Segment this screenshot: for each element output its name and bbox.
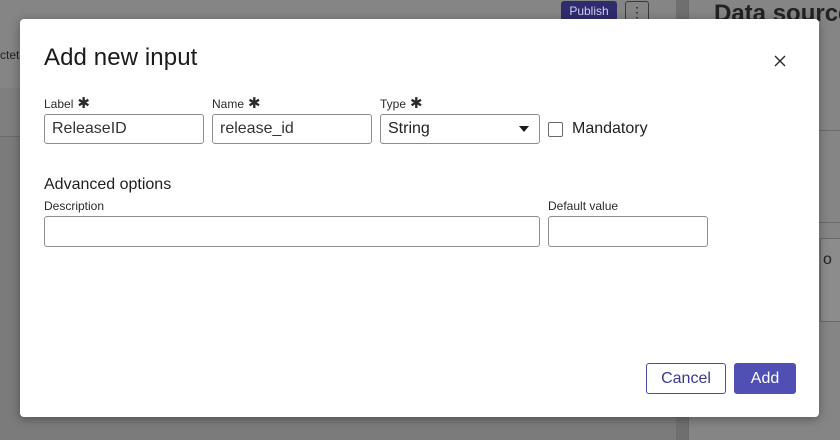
add-input-dialog: Add new input Label ✱ Name ✱ Type ✱ Stri…	[20, 19, 819, 417]
label-field-label-text: Label	[44, 96, 74, 111]
description-input[interactable]	[44, 216, 540, 247]
cancel-button[interactable]: Cancel	[646, 363, 726, 394]
close-button[interactable]	[768, 49, 792, 73]
type-field-label-text: Type	[380, 96, 407, 111]
label-field-label: Label ✱	[44, 96, 90, 111]
background-card: o	[820, 238, 840, 322]
background-card-text: o	[823, 251, 832, 268]
required-icon: ✱	[77, 95, 90, 112]
type-select[interactable]: String	[380, 114, 540, 144]
close-icon	[774, 55, 786, 67]
required-icon: ✱	[248, 95, 261, 112]
description-label: Description	[44, 199, 104, 213]
default-value-input[interactable]	[548, 216, 708, 247]
dialog-title: Add new input	[44, 44, 198, 71]
background-publish-button: Publish	[561, 1, 617, 21]
add-button[interactable]: Add	[734, 363, 796, 394]
mandatory-label[interactable]: Mandatory	[572, 120, 648, 138]
type-select-value: String	[388, 120, 430, 137]
advanced-options-heading: Advanced options	[44, 176, 172, 193]
required-icon: ✱	[410, 95, 423, 112]
name-field-label-text: Name	[212, 96, 245, 111]
default-value-label-text: Default value	[548, 199, 619, 213]
caret-down-icon	[519, 126, 529, 132]
name-field-label: Name ✱	[212, 96, 261, 111]
default-value-label: Default value	[548, 199, 618, 213]
description-label-text: Description	[44, 199, 105, 213]
type-field-label: Type ✱	[380, 96, 423, 111]
mandatory-checkbox[interactable]	[548, 122, 563, 137]
name-input[interactable]	[212, 114, 372, 144]
label-input[interactable]	[44, 114, 204, 144]
